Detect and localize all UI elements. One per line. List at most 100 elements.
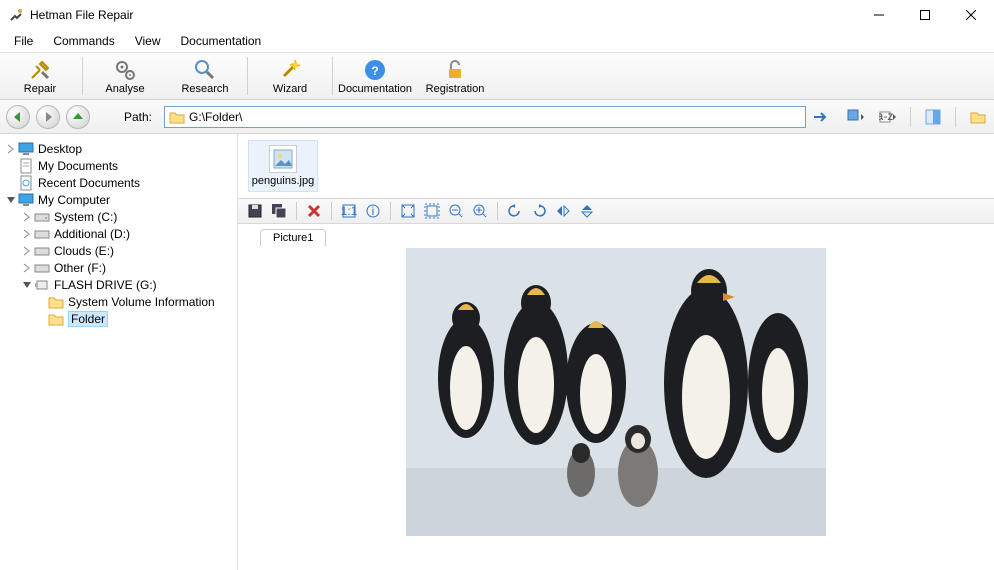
flip-horizontal-button[interactable] bbox=[552, 201, 574, 221]
folder-icon bbox=[169, 109, 185, 125]
preview-area bbox=[238, 246, 994, 570]
back-button[interactable] bbox=[6, 105, 30, 129]
tree-label: System (C:) bbox=[54, 210, 117, 224]
tree-node-system-c[interactable]: System (C:) bbox=[4, 208, 233, 225]
save-button[interactable] bbox=[244, 201, 266, 221]
menu-documentation[interactable]: Documentation bbox=[171, 32, 272, 50]
tree-node-desktop[interactable]: Desktop bbox=[4, 140, 233, 157]
menu-commands[interactable]: Commands bbox=[43, 32, 124, 50]
options-button[interactable] bbox=[968, 107, 988, 127]
preview-tabs: Picture1 bbox=[238, 224, 994, 246]
toolbar-separator bbox=[296, 202, 297, 220]
drive-icon bbox=[34, 260, 50, 276]
tree-node-my-computer[interactable]: My Computer bbox=[4, 191, 233, 208]
tree-node-clouds-e[interactable]: Clouds (E:) bbox=[4, 242, 233, 259]
title-bar: Hetman File Repair bbox=[0, 0, 994, 30]
save-all-button[interactable] bbox=[268, 201, 290, 221]
wrench-magnify-icon bbox=[193, 58, 217, 82]
tree-node-additional-d[interactable]: Additional (D:) bbox=[4, 225, 233, 242]
menu-view[interactable]: View bbox=[125, 32, 171, 50]
usb-drive-icon bbox=[34, 277, 50, 293]
research-button[interactable]: Research bbox=[165, 53, 245, 99]
main-area: Desktop My Documents Recent Documents My… bbox=[0, 134, 994, 570]
maximize-button[interactable] bbox=[902, 0, 948, 30]
nav-separator bbox=[910, 107, 911, 127]
actual-size-button[interactable]: 1:1 bbox=[338, 201, 360, 221]
minimize-button[interactable] bbox=[856, 0, 902, 30]
view-mode-dropdown[interactable] bbox=[846, 107, 866, 127]
flip-vertical-button[interactable] bbox=[576, 201, 598, 221]
monitor-icon bbox=[18, 141, 34, 157]
forward-button[interactable] bbox=[36, 105, 60, 129]
delete-button[interactable] bbox=[303, 201, 325, 221]
tree-node-my-documents[interactable]: My Documents bbox=[4, 157, 233, 174]
help-icon: ? bbox=[363, 58, 387, 82]
toolbar-separator bbox=[82, 57, 83, 95]
tree-node-recent-documents[interactable]: Recent Documents bbox=[4, 174, 233, 191]
expand-icon[interactable] bbox=[20, 261, 34, 275]
research-label: Research bbox=[181, 83, 228, 95]
go-button[interactable] bbox=[812, 108, 830, 126]
zoom-out-button[interactable] bbox=[445, 201, 467, 221]
tree-label: Recent Documents bbox=[38, 176, 140, 190]
properties-button[interactable]: i bbox=[362, 201, 384, 221]
rotate-left-button[interactable] bbox=[504, 201, 526, 221]
nav-bar: Path: a-z bbox=[0, 100, 994, 134]
preview-pane-button[interactable] bbox=[923, 107, 943, 127]
toolbar-separator bbox=[497, 202, 498, 220]
zoom-in-button[interactable] bbox=[469, 201, 491, 221]
registration-button[interactable]: Registration bbox=[415, 53, 495, 99]
tree-node-flash-drive-g[interactable]: FLASH DRIVE (G:) bbox=[4, 276, 233, 293]
drive-icon bbox=[34, 226, 50, 242]
path-label: Path: bbox=[124, 110, 152, 124]
analyse-button[interactable]: Analyse bbox=[85, 53, 165, 99]
tree-label: My Documents bbox=[38, 159, 118, 173]
tab-picture1[interactable]: Picture1 bbox=[260, 229, 326, 246]
repair-button[interactable]: Repair bbox=[0, 53, 80, 99]
tree-label: System Volume Information bbox=[68, 295, 215, 309]
folder-icon bbox=[48, 311, 64, 327]
collapse-icon[interactable] bbox=[20, 278, 34, 292]
expand-icon[interactable] bbox=[20, 210, 34, 224]
folder-tree[interactable]: Desktop My Documents Recent Documents My… bbox=[0, 134, 238, 570]
tree-label: Clouds (E:) bbox=[54, 244, 114, 258]
toolbar-separator bbox=[390, 202, 391, 220]
sort-dropdown[interactable]: a-z bbox=[878, 107, 898, 127]
preview-toolbar: 1:1 i bbox=[238, 198, 994, 224]
path-input[interactable] bbox=[189, 110, 801, 124]
documentation-button[interactable]: ? Documentation bbox=[335, 53, 415, 99]
wizard-button[interactable]: Wizard bbox=[250, 53, 330, 99]
file-list[interactable]: penguins.jpg bbox=[238, 134, 994, 198]
drive-icon bbox=[34, 209, 50, 225]
preview-image bbox=[406, 248, 826, 536]
expand-icon[interactable] bbox=[20, 227, 34, 241]
expand-icon[interactable] bbox=[4, 142, 18, 156]
up-button[interactable] bbox=[66, 105, 90, 129]
rotate-right-button[interactable] bbox=[528, 201, 550, 221]
tree-node-other-f[interactable]: Other (F:) bbox=[4, 259, 233, 276]
tools-icon bbox=[28, 58, 52, 82]
menu-file[interactable]: File bbox=[4, 32, 43, 50]
svg-text:1:1: 1:1 bbox=[341, 204, 357, 218]
toolbar-separator bbox=[331, 202, 332, 220]
svg-text:i: i bbox=[372, 204, 375, 218]
collapse-icon[interactable] bbox=[4, 193, 18, 207]
tree-node-system-volume-information[interactable]: System Volume Information bbox=[4, 293, 233, 310]
tree-label: Folder bbox=[68, 311, 108, 327]
folder-icon bbox=[48, 294, 64, 310]
file-item-penguins[interactable]: penguins.jpg bbox=[248, 140, 318, 192]
expand-icon[interactable] bbox=[20, 244, 34, 258]
path-field[interactable] bbox=[164, 106, 806, 128]
fullscreen-button[interactable] bbox=[421, 201, 443, 221]
file-name: penguins.jpg bbox=[252, 175, 314, 187]
wand-icon bbox=[278, 58, 302, 82]
tree-label: Desktop bbox=[38, 142, 82, 156]
toolbar-separator bbox=[332, 57, 333, 95]
svg-text:a-z: a-z bbox=[879, 109, 893, 123]
repair-label: Repair bbox=[24, 83, 56, 95]
main-toolbar: Repair Analyse Research Wizard ? Documen… bbox=[0, 52, 994, 100]
tree-node-folder[interactable]: Folder bbox=[4, 310, 233, 327]
fit-button[interactable] bbox=[397, 201, 419, 221]
document-icon bbox=[18, 158, 34, 174]
close-button[interactable] bbox=[948, 0, 994, 30]
